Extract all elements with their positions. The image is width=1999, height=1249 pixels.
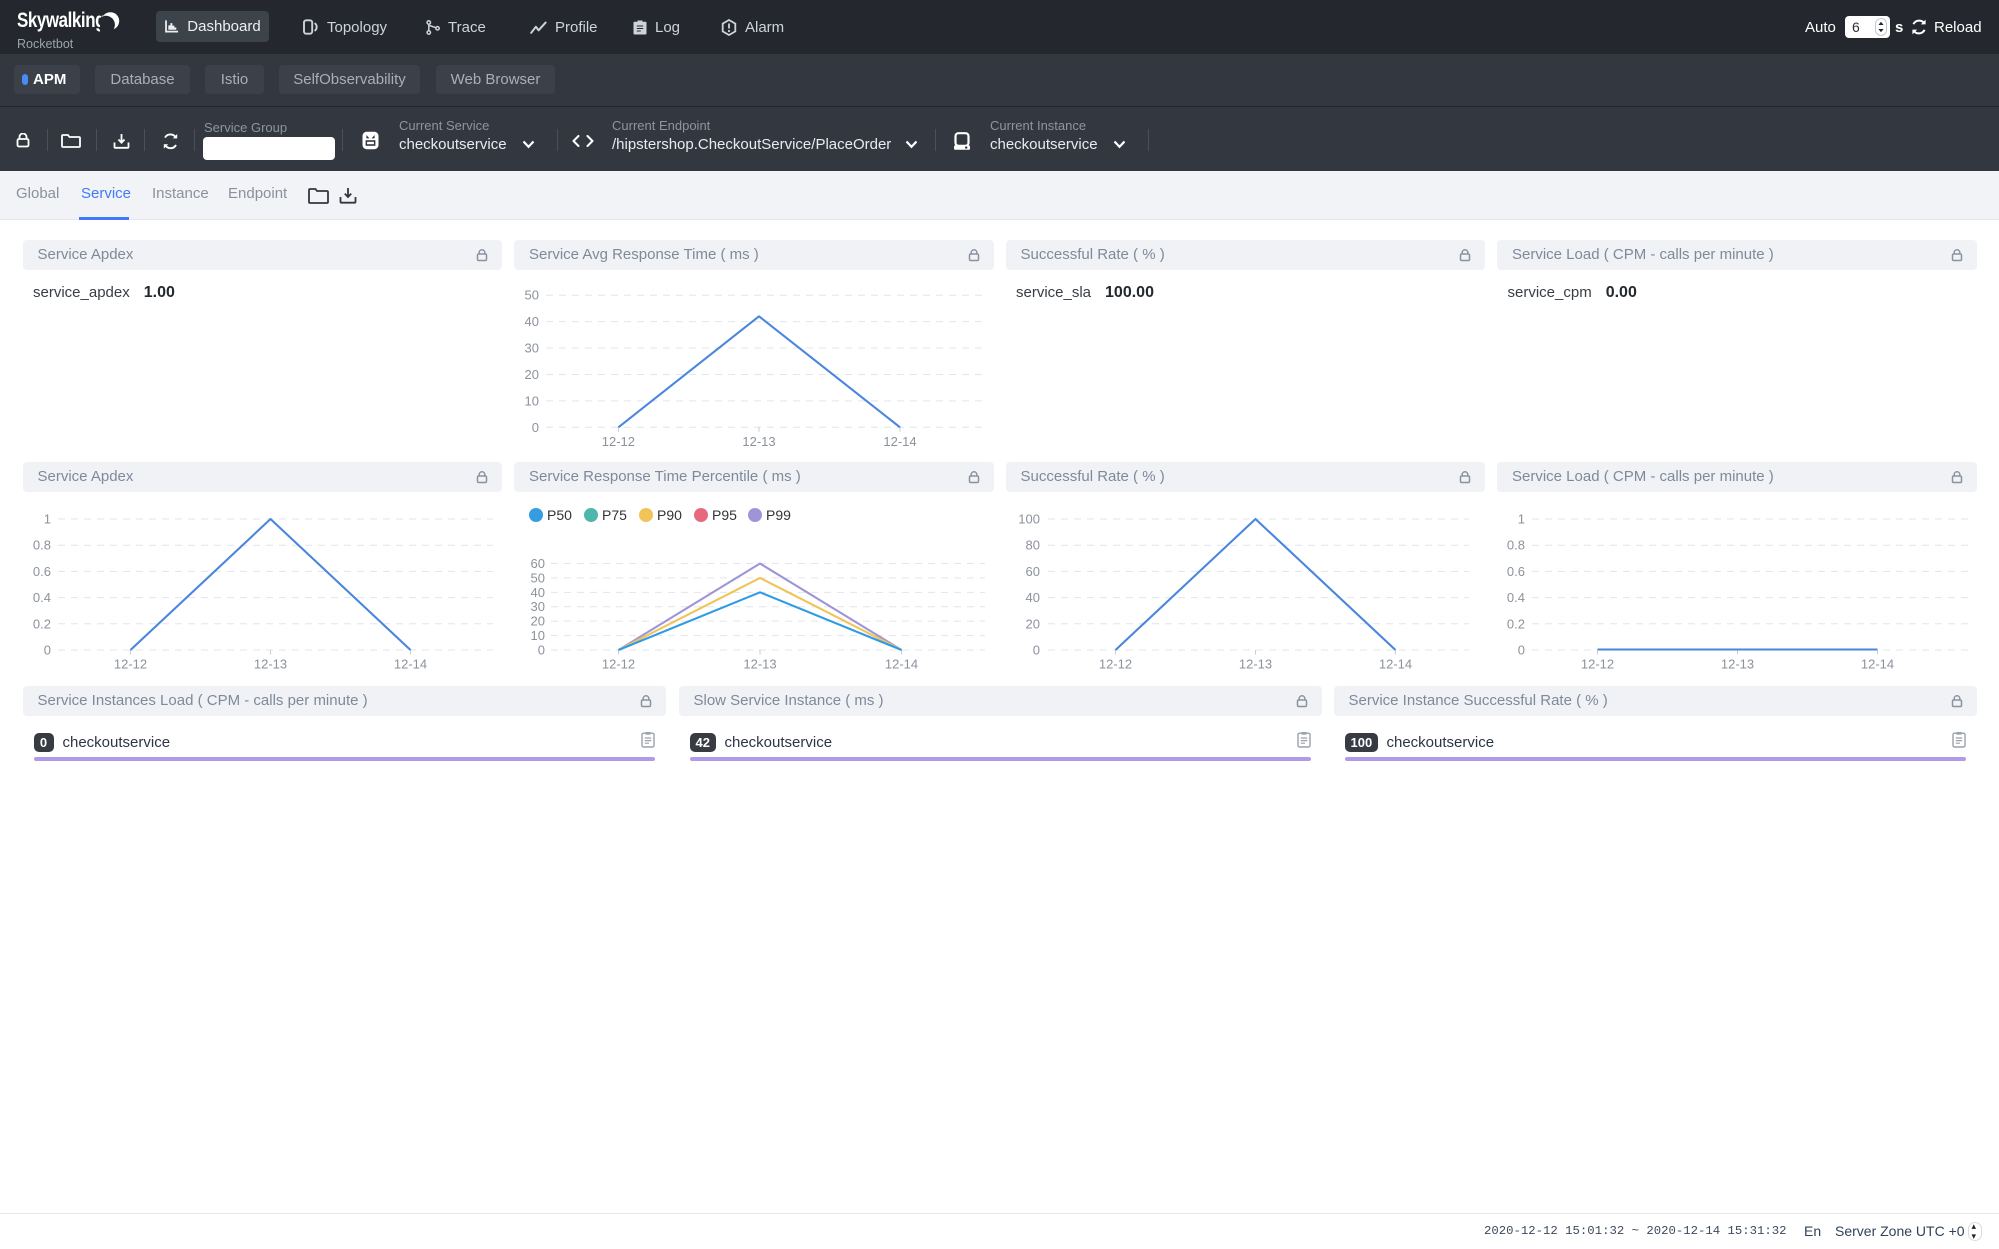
svg-text:P90: P90 xyxy=(657,507,682,523)
svg-text:12-14: 12-14 xyxy=(1861,657,1894,672)
svg-text:0.8: 0.8 xyxy=(32,538,50,553)
svg-text:30: 30 xyxy=(525,341,539,356)
svg-text:P75: P75 xyxy=(602,507,627,523)
svg-text:P50: P50 xyxy=(547,507,572,523)
svg-text:60: 60 xyxy=(531,556,545,571)
svg-text:0.2: 0.2 xyxy=(1507,616,1525,631)
svg-text:12-13: 12-13 xyxy=(253,657,286,672)
svg-text:12-14: 12-14 xyxy=(885,657,918,672)
svg-text:0.4: 0.4 xyxy=(32,590,50,605)
svg-text:30: 30 xyxy=(531,599,545,614)
svg-text:0.6: 0.6 xyxy=(1507,564,1525,579)
svg-text:20: 20 xyxy=(1025,616,1039,631)
svg-text:0: 0 xyxy=(532,420,539,435)
svg-text:20: 20 xyxy=(531,614,545,629)
svg-text:12-12: 12-12 xyxy=(1098,657,1131,672)
svg-text:12-12: 12-12 xyxy=(113,657,146,672)
svg-text:40: 40 xyxy=(1025,590,1039,605)
svg-text:12-13: 12-13 xyxy=(1721,657,1754,672)
svg-text:0: 0 xyxy=(1518,643,1525,658)
svg-text:40: 40 xyxy=(531,585,545,600)
svg-text:0: 0 xyxy=(1032,643,1039,658)
svg-text:80: 80 xyxy=(1025,538,1039,553)
svg-text:1: 1 xyxy=(43,512,50,527)
svg-text:12-12: 12-12 xyxy=(602,657,635,672)
svg-text:1: 1 xyxy=(1518,512,1525,527)
svg-text:P95: P95 xyxy=(712,507,737,523)
svg-text:12-12: 12-12 xyxy=(602,434,635,449)
svg-text:100: 100 xyxy=(1018,512,1040,527)
svg-text:12-12: 12-12 xyxy=(1581,657,1614,672)
svg-text:P99: P99 xyxy=(766,507,791,523)
svg-text:10: 10 xyxy=(531,628,545,643)
svg-text:0.6: 0.6 xyxy=(32,564,50,579)
svg-text:50: 50 xyxy=(531,570,545,585)
svg-text:12-14: 12-14 xyxy=(883,434,916,449)
svg-text:10: 10 xyxy=(525,393,539,408)
svg-text:12-13: 12-13 xyxy=(743,657,776,672)
svg-text:12-14: 12-14 xyxy=(1378,657,1411,672)
svg-text:50: 50 xyxy=(525,288,539,303)
svg-text:0.2: 0.2 xyxy=(32,616,50,631)
svg-text:12-14: 12-14 xyxy=(393,657,426,672)
svg-text:12-13: 12-13 xyxy=(1238,657,1271,672)
svg-text:0: 0 xyxy=(538,643,545,658)
svg-text:0: 0 xyxy=(43,643,50,658)
svg-text:0.8: 0.8 xyxy=(1507,538,1525,553)
svg-text:40: 40 xyxy=(525,314,539,329)
svg-text:12-13: 12-13 xyxy=(742,434,775,449)
svg-text:60: 60 xyxy=(1025,564,1039,579)
svg-text:0.4: 0.4 xyxy=(1507,590,1525,605)
svg-text:20: 20 xyxy=(525,367,539,382)
